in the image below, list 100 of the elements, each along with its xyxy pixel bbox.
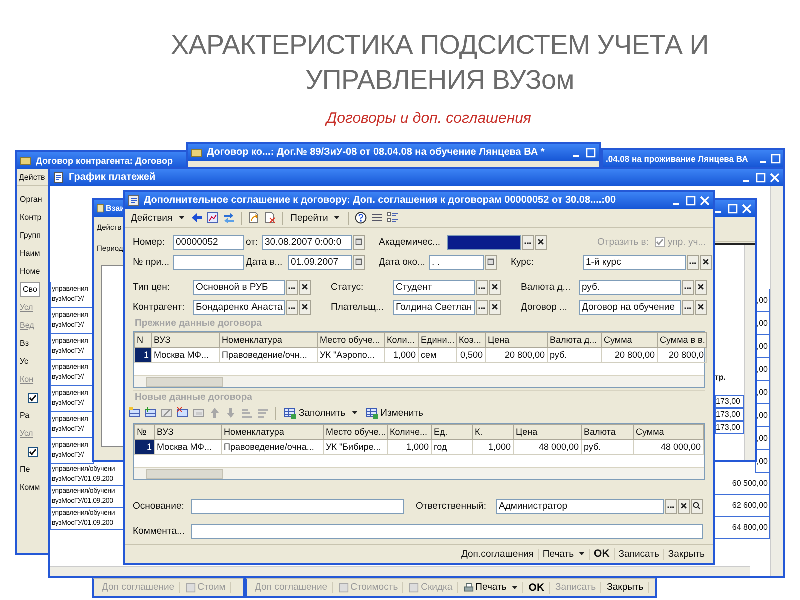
column-header[interactable]: Коли... — [384, 332, 418, 348]
input-field[interactable] — [173, 254, 244, 270]
input-field[interactable]: Студент — [393, 280, 475, 294]
choose-button[interactable] — [286, 300, 298, 314]
tab[interactable]: Сво — [20, 282, 40, 297]
column-header[interactable]: ВУЗ — [152, 332, 220, 348]
column-header[interactable]: Сумма в в. — [658, 332, 706, 348]
column-header[interactable]: N — [134, 332, 152, 348]
maximize-icon[interactable] — [728, 204, 738, 214]
clear-button[interactable] — [678, 498, 690, 514]
input-field[interactable]: 00000052 — [173, 234, 244, 250]
input-field[interactable]: Голдина Светлан — [393, 300, 475, 314]
list-icon[interactable] — [371, 212, 384, 224]
column-header[interactable]: Валюта д... — [548, 332, 602, 348]
column-header[interactable]: № — [134, 424, 154, 440]
close-icon[interactable] — [700, 196, 710, 206]
toolbar-button[interactable]: Изменить — [364, 407, 426, 419]
calendar-button[interactable] — [485, 254, 497, 270]
column-header[interactable]: Номенклатура — [222, 424, 324, 440]
input-field[interactable] — [447, 234, 521, 250]
horizontal-scrollbar[interactable] — [50, 566, 750, 576]
vertical-scrollbar[interactable] — [744, 245, 755, 460]
clear-button[interactable] — [535, 234, 547, 250]
close-icon[interactable] — [770, 172, 780, 182]
delete-row-icon[interactable] — [177, 407, 189, 419]
vertical-scrollbar[interactable] — [770, 186, 783, 576]
toolbar-button[interactable]: Печать — [460, 582, 523, 593]
input-field[interactable]: Договор на обучение — [579, 300, 681, 314]
close-icon[interactable] — [742, 204, 752, 214]
column-header[interactable]: Сумма — [634, 424, 704, 440]
input-field[interactable]: . . — [429, 254, 484, 270]
chart-icon[interactable] — [206, 212, 219, 224]
footer-button[interactable]: Печать — [538, 548, 590, 560]
input-field[interactable]: 30.08.2007 0:00:0 — [262, 234, 352, 250]
choose-button[interactable] — [682, 300, 694, 314]
document-arrow-icon[interactable] — [248, 212, 260, 224]
maximize-icon[interactable] — [686, 196, 696, 206]
footer-button[interactable]: OK — [590, 548, 615, 560]
calendar-button[interactable] — [353, 254, 365, 270]
column-header[interactable]: Цена — [514, 424, 582, 440]
column-header[interactable]: ВУЗ — [154, 424, 222, 440]
horizontal-scrollbar[interactable] — [134, 467, 704, 479]
input-field[interactable]: 01.09.2007 — [288, 254, 352, 270]
column-header[interactable]: Количе... — [388, 424, 432, 440]
column-header[interactable]: Сумма — [602, 332, 658, 348]
field-label: Орган — [20, 194, 42, 206]
clear-button[interactable] — [695, 280, 707, 294]
add-row-icon[interactable] — [129, 407, 141, 419]
clear-button[interactable] — [299, 280, 311, 294]
clear-button[interactable] — [700, 254, 712, 270]
checkbox[interactable] — [28, 392, 38, 402]
clear-button[interactable] — [299, 300, 311, 314]
input-field[interactable]: руб. — [579, 280, 681, 294]
input-field[interactable]: Основной в РУБ — [193, 280, 285, 294]
field-label: Групп — [20, 230, 41, 242]
column-header[interactable]: Цена — [486, 332, 548, 348]
toolbar-button[interactable]: Закрыть — [603, 582, 649, 593]
edit-row-icon[interactable] — [161, 407, 173, 419]
document-delete-icon[interactable] — [264, 212, 276, 224]
footer-button[interactable]: Записать — [614, 548, 664, 560]
toolbar-button[interactable]: Заполнить — [282, 407, 360, 419]
menu-button[interactable]: Перейти — [288, 212, 342, 224]
horizontal-scrollbar[interactable] — [134, 375, 704, 387]
column-header[interactable]: Место обуче... — [324, 424, 388, 440]
choose-button[interactable] — [286, 280, 298, 294]
clear-button[interactable] — [489, 300, 501, 314]
add-row-icon[interactable] — [145, 407, 157, 419]
input-field[interactable] — [191, 524, 703, 538]
choose-button[interactable] — [476, 280, 488, 294]
search-button[interactable] — [691, 498, 703, 514]
choose-button[interactable] — [682, 280, 694, 294]
arrow-left-icon[interactable] — [190, 212, 203, 224]
calendar-button[interactable] — [353, 234, 365, 250]
choose-button[interactable] — [665, 498, 677, 514]
help-icon[interactable] — [355, 212, 368, 224]
column-header[interactable]: Номенклатура — [220, 332, 318, 348]
menu-button[interactable]: Действия — [129, 212, 187, 224]
toolbar-button[interactable]: OK — [524, 582, 550, 594]
input-field[interactable] — [191, 498, 404, 514]
column-header[interactable]: Место обуче... — [318, 332, 384, 348]
maximize-icon[interactable] — [586, 148, 596, 158]
clear-button[interactable] — [489, 280, 501, 294]
column-header[interactable]: Валюта — [582, 424, 634, 440]
column-header[interactable]: Едини... — [418, 332, 456, 348]
menu-button[interactable]: Действ — [19, 172, 46, 182]
checklist-icon[interactable] — [387, 212, 400, 224]
swap-arrows-icon[interactable] — [222, 212, 235, 224]
choose-button[interactable] — [522, 234, 534, 250]
checkbox[interactable] — [28, 446, 38, 456]
column-header[interactable]: Коэ... — [456, 332, 486, 348]
column-header[interactable]: К. — [472, 424, 514, 440]
input-field[interactable]: Администратор — [496, 498, 664, 514]
input-field[interactable]: Бондаренко Анаста — [193, 300, 285, 314]
footer-button[interactable]: Закрыть — [664, 548, 709, 560]
input-field[interactable]: 1-й курс — [583, 254, 686, 270]
footer-button[interactable]: Доп.соглашения — [457, 548, 539, 560]
choose-button[interactable] — [476, 300, 488, 314]
clear-button[interactable] — [695, 300, 707, 314]
choose-button[interactable] — [687, 254, 699, 270]
column-header[interactable]: Ед. — [432, 424, 472, 440]
